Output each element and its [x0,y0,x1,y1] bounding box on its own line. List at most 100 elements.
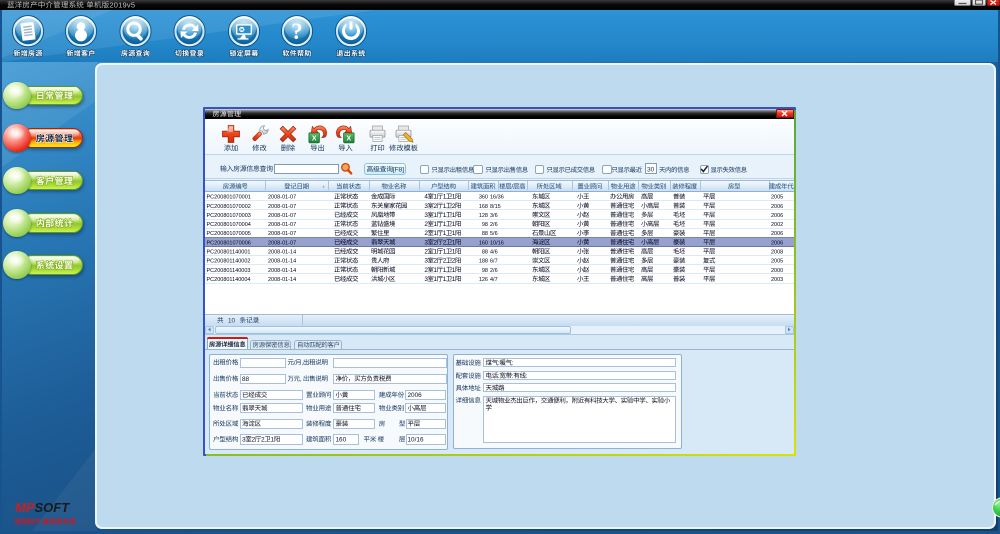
svg-text:PC200801070002: PC200801070002 [207,204,251,210]
svg-text:2002: 2002 [771,222,783,228]
svg-text:X: X [312,136,317,143]
svg-text::: : [526,373,528,380]
svg-text:188: 188 [479,259,488,265]
svg-text:,: , [300,376,302,383]
svg-text:30: 30 [647,166,655,173]
svg-text:5/6: 5/6 [490,231,498,237]
svg-text:1: 1 [434,276,438,283]
svg-text:10/16: 10/16 [490,240,504,246]
svg-text:2000: 2000 [771,268,783,274]
svg-text:8/15: 8/15 [490,204,501,210]
svg-text:PC200801140001: PC200801140001 [207,250,251,256]
svg-text:2/6: 2/6 [490,222,498,228]
svg-text:2003: 2003 [771,277,783,283]
svg-text:2: 2 [424,230,428,237]
svg-text:3: 3 [424,203,428,210]
svg-text:88: 88 [242,376,250,383]
svg-text:PC200801140002: PC200801140002 [207,259,251,265]
svg-text:2: 2 [424,249,428,256]
svg-text:2006: 2006 [408,392,423,399]
svg-text:?: ? [291,19,303,44]
svg-text::: : [512,373,514,380]
svg-text:126: 126 [479,277,488,283]
svg-text:10: 10 [228,318,236,325]
svg-text:2: 2 [434,258,438,265]
svg-text:1: 1 [452,221,456,228]
svg-text:,: , [301,360,303,367]
svg-text:3: 3 [424,276,428,283]
svg-text:2008-01-14: 2008-01-14 [268,259,296,265]
svg-text:2008-01-07: 2008-01-07 [268,240,296,246]
svg-text:3: 3 [242,436,246,443]
svg-text:PC200801140003: PC200801140003 [207,268,251,274]
svg-text:2: 2 [443,258,447,265]
svg-text:3: 3 [424,258,428,265]
svg-text:3: 3 [424,212,428,219]
svg-text:2: 2 [434,203,438,210]
svg-text:PC200801070006: PC200801070006 [207,240,251,246]
svg-text:1: 1 [452,212,456,219]
svg-text:10/16: 10/16 [408,436,424,443]
svg-text:1: 1 [452,249,456,256]
svg-text:6/7: 6/7 [490,259,498,265]
svg-text:2008-01-07: 2008-01-07 [268,231,296,237]
svg-text:1: 1 [452,230,456,237]
svg-text:PC200801070004: PC200801070004 [207,222,251,228]
svg-text:2008-01-07: 2008-01-07 [268,204,296,210]
svg-text:2: 2 [434,239,438,246]
svg-text:2: 2 [252,436,256,443]
svg-text:360: 360 [479,195,488,201]
svg-text:2008: 2008 [771,250,783,256]
svg-text:2006: 2006 [771,240,783,246]
svg-text:2: 2 [452,258,456,265]
svg-text:2006: 2006 [771,204,783,210]
svg-text:PC200801140004: PC200801140004 [207,277,251,283]
svg-text::: : [498,373,500,380]
svg-text:1: 1 [434,267,438,274]
svg-text:98: 98 [482,222,488,228]
svg-text:PC200801070005: PC200801070005 [207,231,251,237]
svg-text:2008-01-14: 2008-01-14 [268,268,296,274]
svg-text:2008-01-07: 2008-01-07 [268,213,296,219]
svg-text:2006: 2006 [771,231,783,237]
svg-text:168: 168 [479,204,488,210]
svg-text:98: 98 [482,268,488,274]
svg-text:128: 128 [479,213,488,219]
svg-text:1: 1 [434,212,438,219]
svg-text:PC200801070003: PC200801070003 [207,213,251,219]
svg-text:1: 1 [443,221,447,228]
svg-text:SOFT: SOFT [35,500,71,515]
svg-text:160: 160 [479,240,488,246]
svg-text:1: 1 [452,276,456,283]
svg-text:160: 160 [336,436,347,443]
svg-text:MP: MP [15,500,35,515]
svg-text:3/6: 3/6 [490,213,498,219]
svg-text:1: 1 [434,249,438,256]
svg-text::: : [512,360,514,367]
svg-text:2005: 2005 [771,195,783,201]
svg-text:1: 1 [452,267,456,274]
svg-text:1: 1 [452,239,456,246]
svg-text:2008-01-07: 2008-01-07 [268,222,296,228]
svg-text:1: 1 [443,203,447,210]
svg-text:1: 1 [443,194,447,201]
svg-text:2008-01-14: 2008-01-14 [268,277,296,283]
svg-text:2008-01-14: 2008-01-14 [268,250,296,256]
svg-text:/: / [511,184,513,191]
svg-text:1: 1 [452,194,456,201]
svg-text:1: 1 [434,194,438,201]
svg-text:3: 3 [424,239,428,246]
svg-text:16/36: 16/36 [490,195,504,201]
svg-text:1: 1 [443,267,447,274]
svg-text:1: 1 [434,230,438,237]
svg-text:2: 2 [424,221,428,228]
svg-text::: : [498,360,500,367]
svg-text:1: 1 [443,276,447,283]
svg-text:1: 1 [434,221,438,228]
svg-text:2006: 2006 [771,213,783,219]
svg-text:2: 2 [443,239,447,246]
svg-text:2: 2 [424,267,428,274]
svg-text:4/7: 4/7 [490,277,498,283]
svg-text:1: 1 [443,212,447,219]
svg-text:1: 1 [443,230,447,237]
